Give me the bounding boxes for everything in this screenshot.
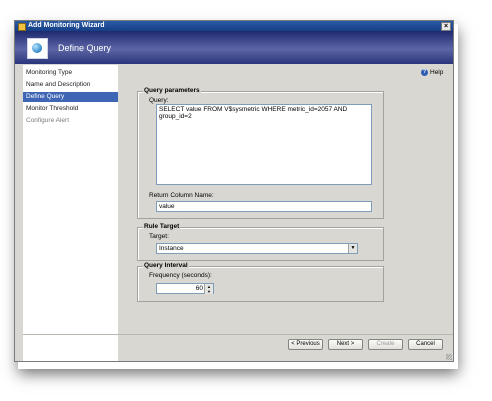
app-icon [18,23,26,31]
query-label: Query: [149,97,169,104]
footer-divider [23,334,453,335]
help-label: Help [430,69,444,77]
rule-target-group: Rule Target Target: Instance ▼ [137,223,384,261]
sidebar-item-configure-alert: Configure Alert [26,117,69,124]
sidebar-item-monitoring-type[interactable]: Monitoring Type [23,68,118,78]
wizard-globe-icon [27,38,48,59]
rule-target-title: Rule Target [143,223,181,230]
return-column-label: Return Column Name: [149,192,214,199]
help-icon: ? [421,69,428,76]
sidebar-item-name-and-description[interactable]: Name and Description [23,80,118,90]
query-textarea[interactable]: SELECT value FROM V$sysmetric WHERE metr… [156,104,372,185]
frequency-stepper[interactable]: 60 ▲ ▼ [156,283,214,294]
query-parameters-title: Query parameters [143,87,201,94]
resize-grip-icon[interactable] [446,354,452,360]
globe-ball [32,43,42,53]
wizard-header: Define Query [15,31,453,64]
previous-button[interactable]: < Previous [288,339,323,350]
sidebar-item-monitor-threshold[interactable]: Monitor Threshold [23,104,118,114]
query-interval-title: Query Interval [143,262,189,269]
help-link[interactable]: ? Help [421,69,443,76]
target-select-value: Instance [159,245,184,252]
wizard-steps-sidebar: Monitoring Type Name and Description Def… [23,65,118,361]
target-select[interactable]: Instance ▼ [156,243,358,254]
query-parameters-group: Query parameters Query: SELECT value FRO… [137,87,384,219]
frequency-value: 60 [195,285,203,292]
spin-down-icon[interactable]: ▼ [204,289,213,294]
frequency-label: Frequency (seconds): [149,272,212,279]
wizard-window: Add Monitoring Wizard × Define Query Mon… [14,20,454,362]
window-title: Add Monitoring Wizard [28,22,105,29]
page-title: Define Query [58,43,112,53]
title-bar[interactable]: Add Monitoring Wizard × [15,21,453,31]
return-column-input[interactable]: value [156,201,372,212]
chevron-down-icon[interactable]: ▼ [348,244,357,253]
close-button[interactable]: × [441,22,451,31]
sidebar-item-define-query[interactable]: Define Query [23,92,118,102]
target-label: Target: [149,233,169,240]
next-button[interactable]: Next > [328,339,363,350]
query-interval-group: Query Interval Frequency (seconds): 60 ▲… [137,262,384,302]
create-button: Create [368,339,403,350]
cancel-button[interactable]: Cancel [408,339,443,350]
